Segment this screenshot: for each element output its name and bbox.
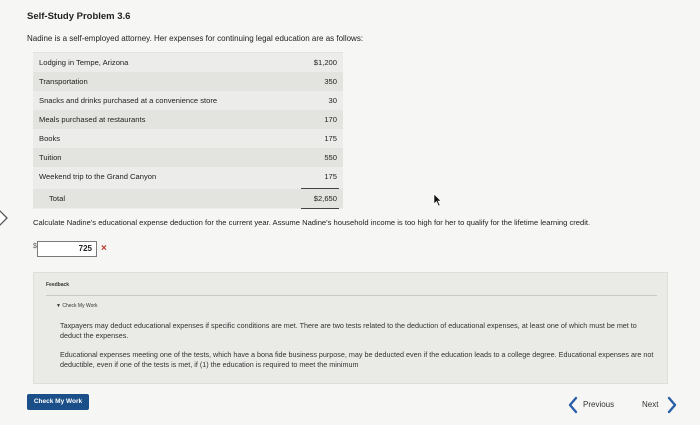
chevron-left-icon [568,396,578,414]
problem-page: Self-Study Problem 3.6 Nadine is a self-… [0,0,700,425]
expense-row: Books 175 [33,129,343,148]
expense-amount: 175 [324,172,337,181]
chevron-right-icon [667,396,677,414]
feedback-panel: Feedback ▼ Check My Work Taxpayers may d… [33,272,668,384]
total-label: Total [49,194,66,203]
expand-arrow-icon[interactable] [0,207,12,229]
problem-intro: Nadine is a self-employed attorney. Her … [27,34,364,43]
expense-label: Books [39,134,61,143]
total-amount: $2,650 [313,194,337,203]
expense-amount: 30 [328,96,337,105]
expense-row: Transportation 350 [33,72,343,91]
total-row: Total $2,650 [33,189,343,208]
expense-label: Tuition [39,153,62,162]
expense-label: Meals purchased at restaurants [39,115,146,124]
feedback-paragraph: Taxpayers may deduct educational expense… [60,321,637,340]
expense-row: Lodging in Tempe, Arizona $1,200 [33,53,343,72]
expense-amount: 350 [324,77,337,86]
feedback-paragraph: Educational expenses meeting one of the … [60,350,654,369]
expense-table: Lodging in Tempe, Arizona $1,200 Transpo… [33,52,343,209]
expense-label: Weekend trip to the Grand Canyon [39,172,157,181]
expense-row: Tuition 550 [33,148,343,167]
expense-amount: 550 [324,153,337,162]
feedback-label: Feedback [46,282,70,288]
expense-amount: 175 [324,134,337,143]
expense-amount: $1,200 [313,58,337,67]
incorrect-x-icon: × [101,243,107,254]
question-text: Calculate Nadine's educational expense d… [33,218,591,227]
check-my-work-toggle[interactable]: ▼ Check My Work [56,303,98,309]
total-double-rule [301,208,339,209]
expense-amount: 170 [324,115,337,124]
previous-label: Previous [583,400,615,409]
expense-label: Lodging in Tempe, Arizona [39,58,129,67]
feedback-divider [46,295,657,296]
expense-row: Snacks and drinks purchased at a conveni… [33,91,343,110]
expense-label: Snacks and drinks purchased at a conveni… [39,96,218,105]
next-label: Next [642,400,659,409]
expense-row: Weekend trip to the Grand Canyon 175 [33,167,343,186]
mouse-cursor-icon [433,193,442,207]
expense-label: Transportation [39,77,88,86]
check-my-work-button[interactable]: Check My Work [27,394,89,410]
problem-title: Self-Study Problem 3.6 [27,11,131,22]
expense-row: Meals purchased at restaurants 170 [33,110,343,129]
answer-input[interactable]: 725 [37,241,97,257]
